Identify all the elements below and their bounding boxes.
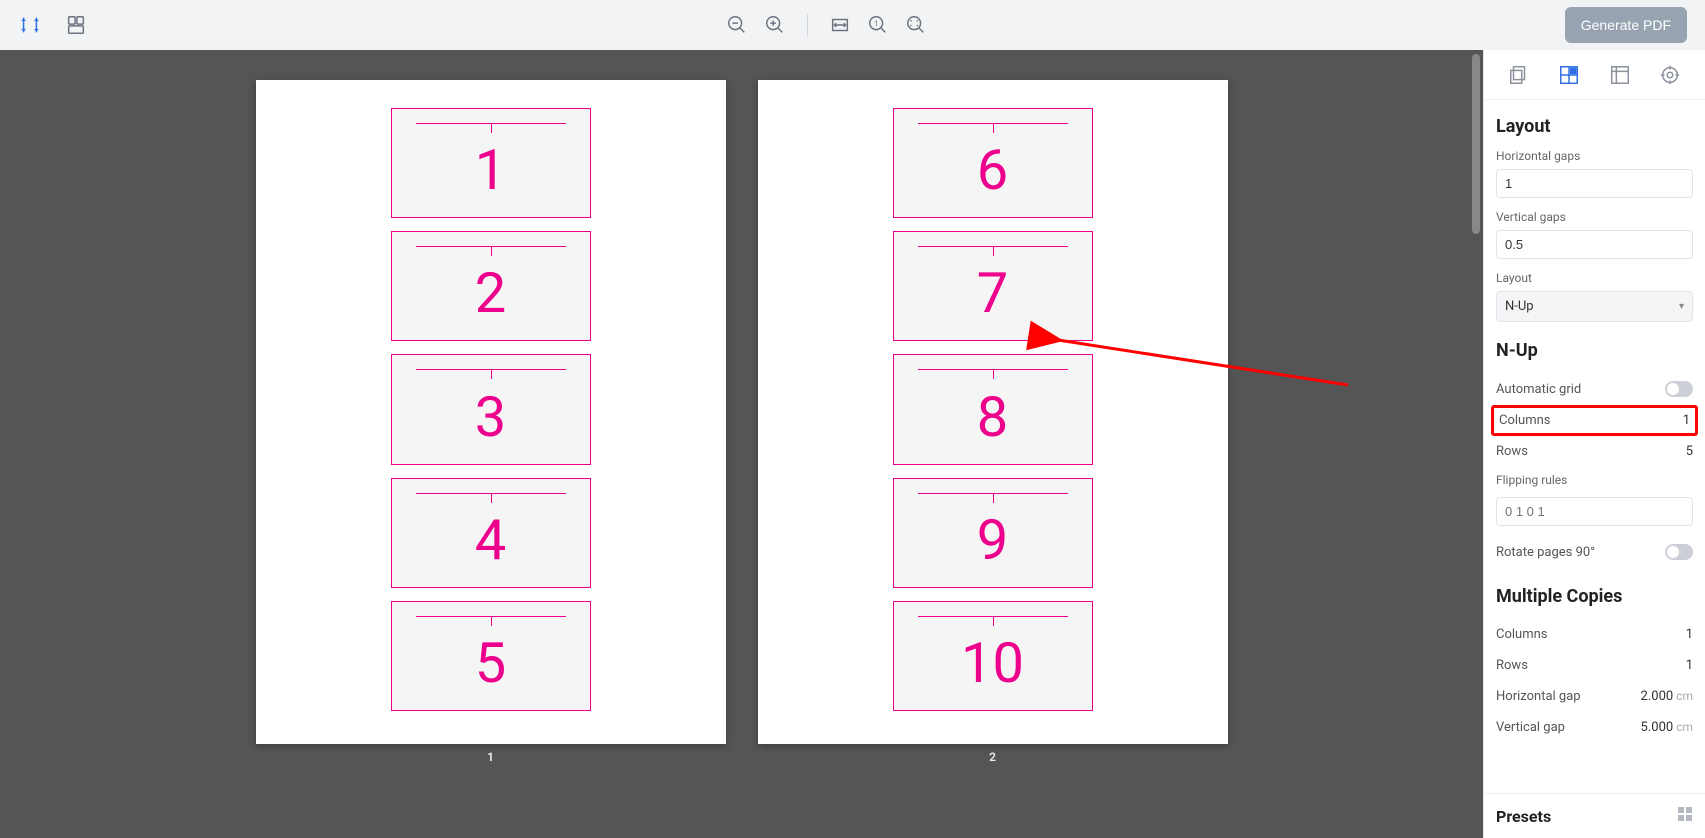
card: 9: [893, 478, 1093, 588]
imposition-icon[interactable]: [64, 13, 88, 37]
panel-footer: Presets: [1484, 793, 1705, 838]
card: 4: [391, 478, 591, 588]
sheet-label: 2: [758, 750, 1228, 764]
panel-body: Layout Horizontal gaps Vertical gaps Lay…: [1484, 100, 1705, 793]
card-number: 4: [475, 512, 506, 568]
layout-mode-value: N-Up: [1505, 299, 1534, 314]
layout-section-title: Layout: [1496, 116, 1693, 137]
nup-rows-row[interactable]: Rows 5: [1496, 436, 1693, 467]
multi-vgap-value: 5.000: [1641, 720, 1674, 735]
hgaps-label: Horizontal gaps: [1496, 149, 1693, 163]
nup-columns-label: Columns: [1499, 413, 1551, 428]
preview-sheet-2: 6 7 8 9 10 2: [758, 80, 1228, 744]
multi-columns-row[interactable]: Columns 1: [1496, 619, 1693, 650]
unit: cm: [1676, 689, 1693, 703]
zoom-out-icon[interactable]: [725, 13, 749, 37]
workarea: 1 2 3 4 5 1 6 7 8 9 10 2: [0, 50, 1705, 838]
card-number: 5: [475, 635, 506, 691]
unit: cm: [1676, 720, 1693, 734]
card: 3: [391, 354, 591, 464]
multi-vgap-row[interactable]: Vertical gap 5.000cm: [1496, 712, 1693, 743]
toolbar-left: [18, 13, 88, 37]
multi-rows-value: 1: [1686, 658, 1693, 673]
tab-marks-icon[interactable]: [1657, 62, 1683, 88]
rotate-toggle[interactable]: [1665, 544, 1693, 560]
fit-width-icon[interactable]: [828, 13, 852, 37]
hgaps-input[interactable]: [1496, 169, 1693, 198]
auto-grid-label: Automatic grid: [1496, 382, 1581, 397]
card: 6: [893, 108, 1093, 218]
rotate-label: Rotate pages 90°: [1496, 545, 1595, 560]
vgaps-input[interactable]: [1496, 230, 1693, 259]
card: 2: [391, 231, 591, 341]
layout-mode-select[interactable]: N-Up ▾: [1496, 291, 1693, 322]
multi-vgap-label: Vertical gap: [1496, 720, 1565, 735]
cut-marks-icon[interactable]: [18, 13, 42, 37]
tab-margins-icon[interactable]: [1607, 62, 1633, 88]
toolbar-right: Generate PDF: [1565, 7, 1687, 43]
flip-label: Flipping rules: [1496, 473, 1693, 487]
card-number: 1: [475, 142, 506, 198]
panel-tabs: [1484, 50, 1705, 100]
tab-pages-icon[interactable]: [1506, 62, 1532, 88]
presets-title: Presets: [1496, 807, 1551, 826]
multi-hgap-row[interactable]: Horizontal gap 2.000cm: [1496, 681, 1693, 712]
sheet-label: 1: [256, 750, 726, 764]
tab-layout-icon[interactable]: [1556, 62, 1582, 88]
auto-grid-toggle[interactable]: [1665, 381, 1693, 397]
card-number: 10: [961, 635, 1024, 691]
multi-section-title: Multiple Copies: [1496, 586, 1693, 607]
rotate-row: Rotate pages 90°: [1496, 536, 1693, 568]
nup-columns-value: 1: [1683, 413, 1690, 428]
card-number: 9: [977, 512, 1008, 568]
separator: [807, 14, 808, 36]
zoom-actual-icon[interactable]: 1: [866, 13, 890, 37]
generate-pdf-button[interactable]: Generate PDF: [1565, 7, 1687, 43]
svg-text:1: 1: [874, 19, 878, 28]
chevron-down-icon: ▾: [1679, 301, 1684, 312]
vgaps-label: Vertical gaps: [1496, 210, 1693, 224]
multi-columns-label: Columns: [1496, 627, 1548, 642]
nup-section-title: N-Up: [1496, 340, 1693, 361]
card: 10: [893, 601, 1093, 711]
multi-columns-value: 1: [1686, 627, 1693, 642]
side-panel: Layout Horizontal gaps Vertical gaps Lay…: [1483, 50, 1705, 838]
multi-hgap-label: Horizontal gap: [1496, 689, 1581, 704]
card-number: 2: [475, 265, 506, 321]
zoom-fit-icon[interactable]: [904, 13, 928, 37]
flip-input[interactable]: [1496, 497, 1693, 526]
presets-grid-icon[interactable]: [1677, 806, 1693, 826]
card: 7: [893, 231, 1093, 341]
scrollbar[interactable]: [1472, 54, 1480, 234]
toolbar-center: 1: [98, 13, 1555, 37]
card-number: 6: [977, 142, 1008, 198]
card-number: 8: [977, 389, 1008, 445]
preview-canvas[interactable]: 1 2 3 4 5 1 6 7 8 9 10 2: [0, 50, 1483, 838]
top-toolbar: 1 Generate PDF: [0, 0, 1705, 50]
auto-grid-row: Automatic grid: [1496, 373, 1693, 405]
card-number: 7: [977, 265, 1008, 321]
nup-rows-label: Rows: [1496, 444, 1528, 459]
layout-mode-label: Layout: [1496, 271, 1693, 285]
nup-rows-value: 5: [1686, 444, 1693, 459]
card: 1: [391, 108, 591, 218]
nup-columns-row[interactable]: Columns 1: [1491, 405, 1698, 436]
zoom-in-icon[interactable]: [763, 13, 787, 37]
preview-sheet-1: 1 2 3 4 5 1: [256, 80, 726, 744]
card-number: 3: [475, 389, 506, 445]
multi-hgap-value: 2.000: [1641, 689, 1674, 704]
multi-rows-label: Rows: [1496, 658, 1528, 673]
multi-rows-row[interactable]: Rows 1: [1496, 650, 1693, 681]
card: 8: [893, 354, 1093, 464]
card: 5: [391, 601, 591, 711]
